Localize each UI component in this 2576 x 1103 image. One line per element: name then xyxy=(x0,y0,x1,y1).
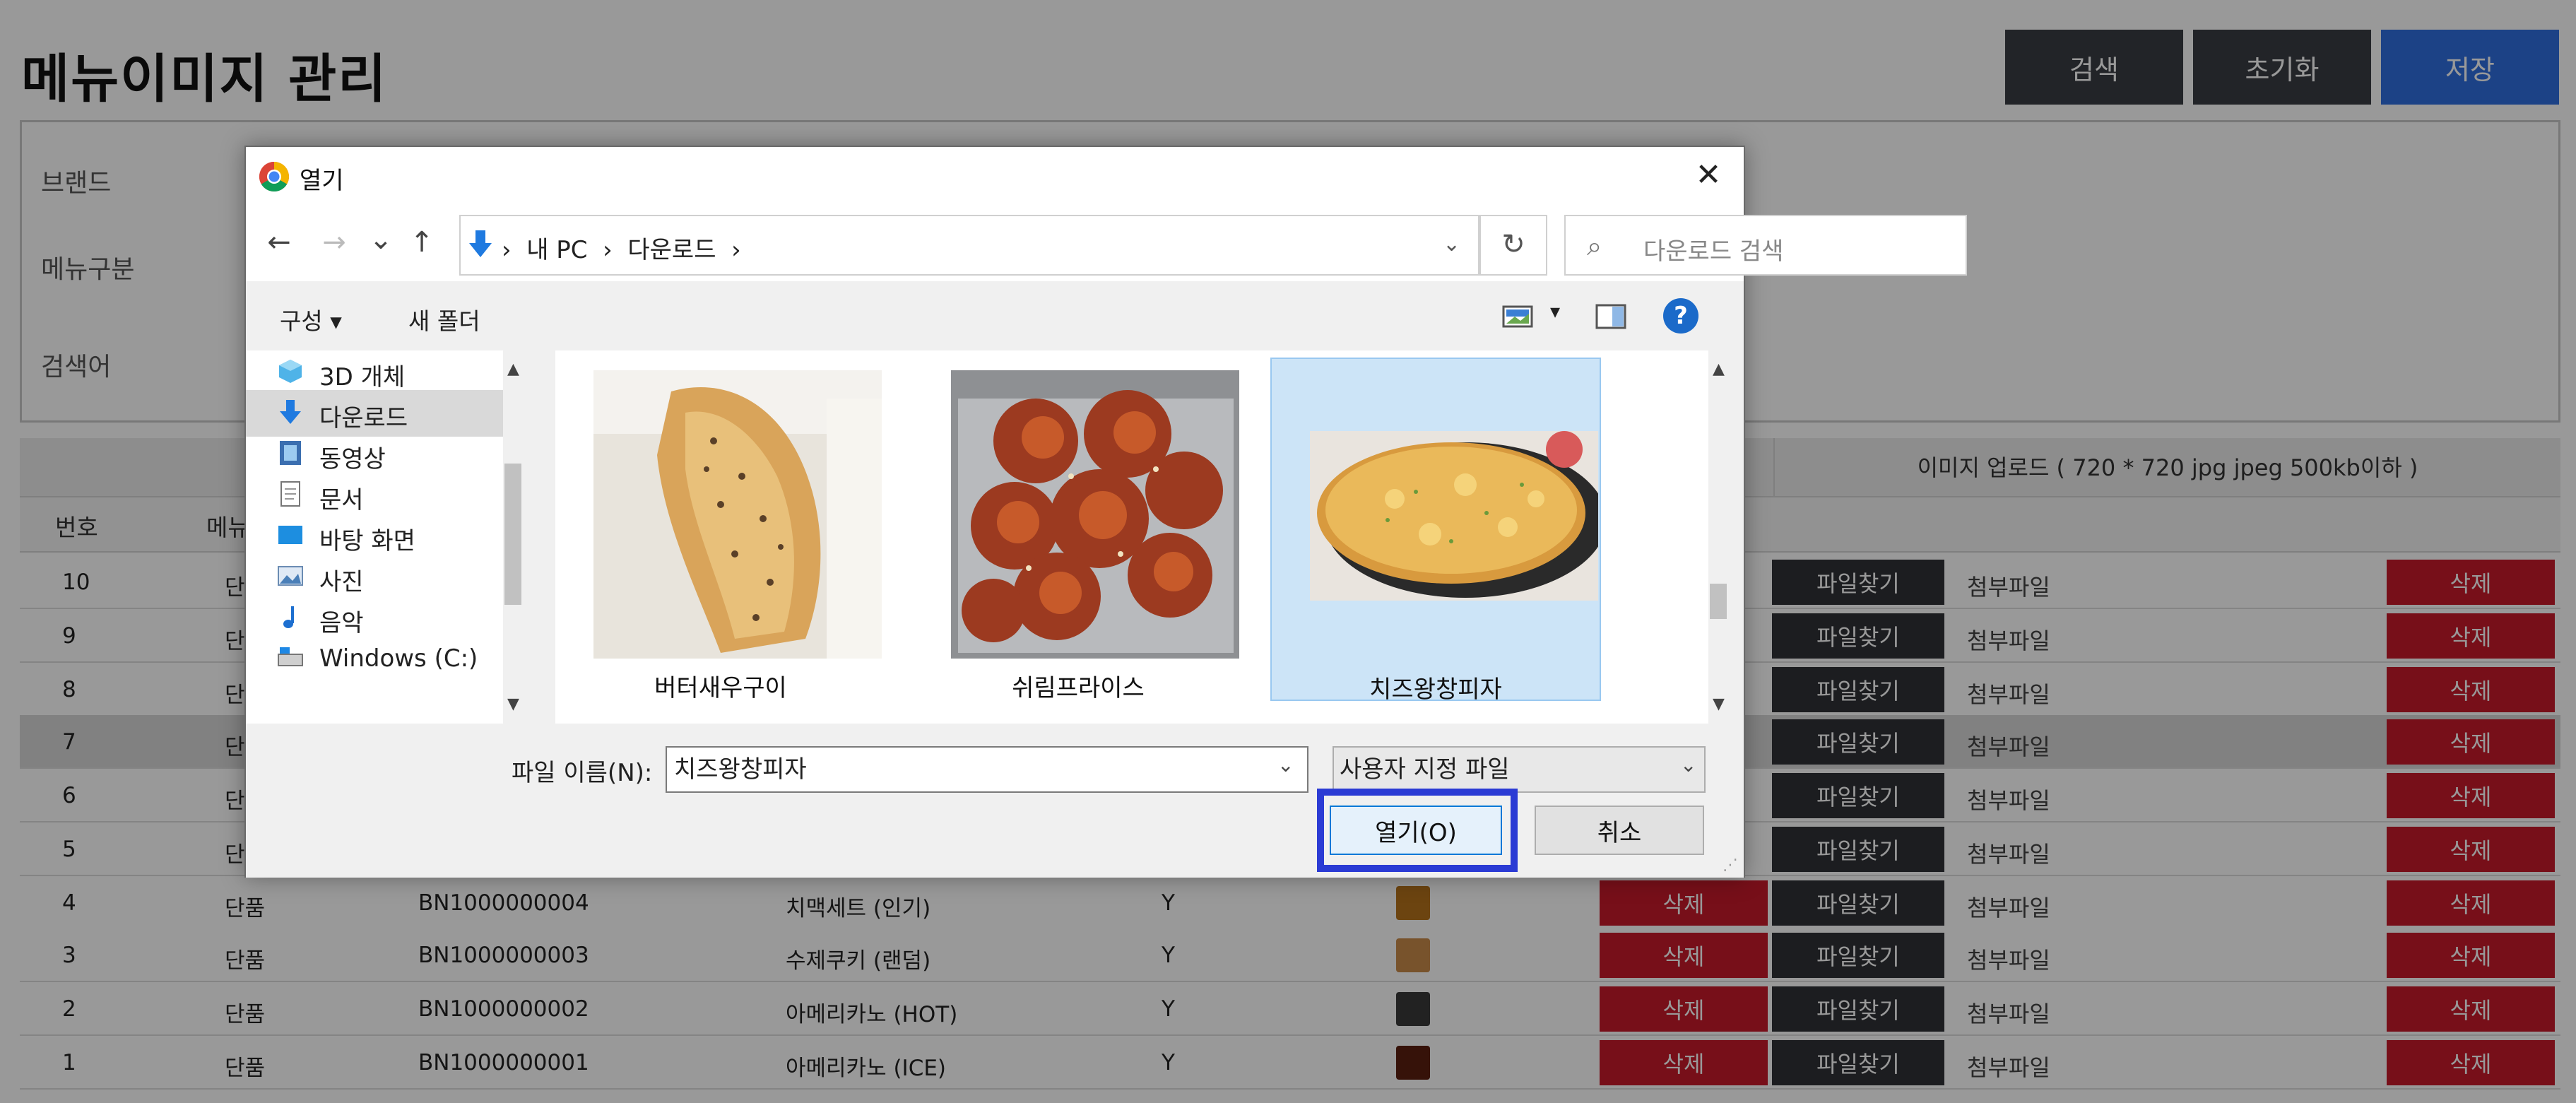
search-input[interactable]: ⌕ 다운로드 검색 xyxy=(1564,215,1967,276)
scrollbar-thumb[interactable] xyxy=(504,464,521,605)
video-icon xyxy=(277,440,304,466)
nav-item-label: 동영상 xyxy=(319,445,386,473)
cube-icon xyxy=(277,358,304,384)
file-scrollbar[interactable]: ▲ ▼ xyxy=(1708,350,1728,724)
file-thumbnail xyxy=(951,370,1239,659)
file-thumbnail xyxy=(593,370,882,659)
chevron-down-icon[interactable]: ⌄ xyxy=(1443,232,1460,256)
new-folder-button[interactable]: 새 폴더 xyxy=(408,302,480,336)
search-icon: ⌕ xyxy=(1587,230,1602,261)
scroll-up-icon[interactable]: ▲ xyxy=(1713,360,1725,378)
nav-item[interactable]: 문서 xyxy=(246,472,503,519)
nav-item[interactable]: 동영상 xyxy=(246,431,503,478)
nav-item[interactable]: 음악 xyxy=(246,595,503,642)
file-list-pane: 버터새우구이 쉬림프라이스 치즈왕창피자 ▲ ▼ xyxy=(555,350,1728,724)
preview-pane-icon[interactable] xyxy=(1595,304,1626,329)
desktop-icon xyxy=(277,521,304,548)
chevron-down-icon[interactable]: ⌄ xyxy=(1277,753,1294,777)
up-arrow-icon[interactable]: ↑ xyxy=(404,226,439,259)
dialog-titlebar: 열기 ✕ xyxy=(246,147,1744,204)
nav-item[interactable]: 다운로드 xyxy=(246,390,503,437)
nav-item[interactable]: 사진 xyxy=(246,554,503,601)
chrome-icon xyxy=(259,162,290,192)
forward-arrow-icon[interactable]: → xyxy=(317,226,352,259)
open-button-highlight xyxy=(1317,789,1518,872)
organize-menu[interactable]: 구성 ▾ xyxy=(280,302,342,336)
chevron-down-icon[interactable]: ⌄ xyxy=(1680,753,1696,777)
file-name: 버터새우구이 xyxy=(654,674,787,702)
nav-item[interactable]: 3D 개체 xyxy=(246,349,503,396)
help-icon[interactable]: ? xyxy=(1663,298,1698,334)
file-tile[interactable]: 버터새우구이 xyxy=(555,358,886,702)
download-arrow-icon xyxy=(277,399,304,425)
nav-item[interactable]: 바탕 화면 xyxy=(246,513,503,560)
back-arrow-icon[interactable]: ← xyxy=(261,226,297,259)
filename-label: 파일 이름(N): xyxy=(512,759,653,787)
file-thumbnail xyxy=(1310,431,1598,601)
file-tile[interactable]: 쉬림프라이스 xyxy=(913,358,1243,702)
nav-item-label: 문서 xyxy=(319,486,364,514)
breadcrumb[interactable]: › 내 PC › 다운로드 › xyxy=(502,230,741,265)
file-open-dialog: 열기 ✕ ← → ⌄ ↑ › 내 PC › 다운로드 › ⌄ ↻ ⌕ 다운로드 … xyxy=(244,146,1967,878)
scrollbar-thumb[interactable] xyxy=(1710,584,1727,619)
nav-item-label: 바탕 화면 xyxy=(319,527,415,555)
recent-dropdown-icon[interactable]: ⌄ xyxy=(363,223,398,256)
nav-item-label: 3D 개체 xyxy=(319,363,406,391)
download-arrow-icon xyxy=(469,230,492,257)
dialog-title: 열기 xyxy=(300,167,344,195)
resize-grip-icon[interactable]: ⋰ xyxy=(1723,856,1738,874)
view-mode-icon[interactable] xyxy=(1502,304,1533,328)
navigation-pane: 3D 개체다운로드동영상문서바탕 화면사진음악 Windows (C:) ▲ ▼ xyxy=(246,350,523,724)
file-type-select[interactable]: 사용자 지정 파일 xyxy=(1333,746,1706,793)
scroll-up-icon[interactable]: ▲ xyxy=(507,360,519,378)
document-icon xyxy=(277,480,304,507)
cancel-button[interactable]: 취소 xyxy=(1535,806,1704,855)
refresh-icon[interactable]: ↻ xyxy=(1479,215,1547,276)
nav-item[interactable]: Windows (C:) xyxy=(246,636,503,683)
file-tile-selected[interactable]: 치즈왕창피자 xyxy=(1270,358,1601,704)
view-dropdown-icon[interactable]: ▾ xyxy=(1550,300,1560,323)
nav-item-label: 사진 xyxy=(319,568,364,596)
drive-icon xyxy=(277,644,304,671)
address-bar[interactable]: › 내 PC › 다운로드 › ⌄ xyxy=(459,215,1479,276)
music-icon xyxy=(277,603,304,630)
nav-item-label: Windows (C:) xyxy=(319,644,478,673)
filename-input[interactable]: 치즈왕창피자 xyxy=(666,746,1308,793)
pictures-icon xyxy=(277,562,304,589)
nav-scrollbar[interactable]: ▲ ▼ xyxy=(503,350,523,724)
nav-item-label: 다운로드 xyxy=(319,404,408,432)
file-name: 쉬림프라이스 xyxy=(1012,674,1145,702)
search-placeholder: 다운로드 검색 xyxy=(1643,237,1784,266)
scroll-down-icon[interactable]: ▼ xyxy=(1713,695,1725,713)
file-name: 치즈왕창피자 xyxy=(1369,676,1502,704)
scroll-down-icon[interactable]: ▼ xyxy=(507,695,519,713)
close-icon[interactable]: ✕ xyxy=(1687,154,1730,196)
nav-item-label: 음악 xyxy=(319,609,364,637)
